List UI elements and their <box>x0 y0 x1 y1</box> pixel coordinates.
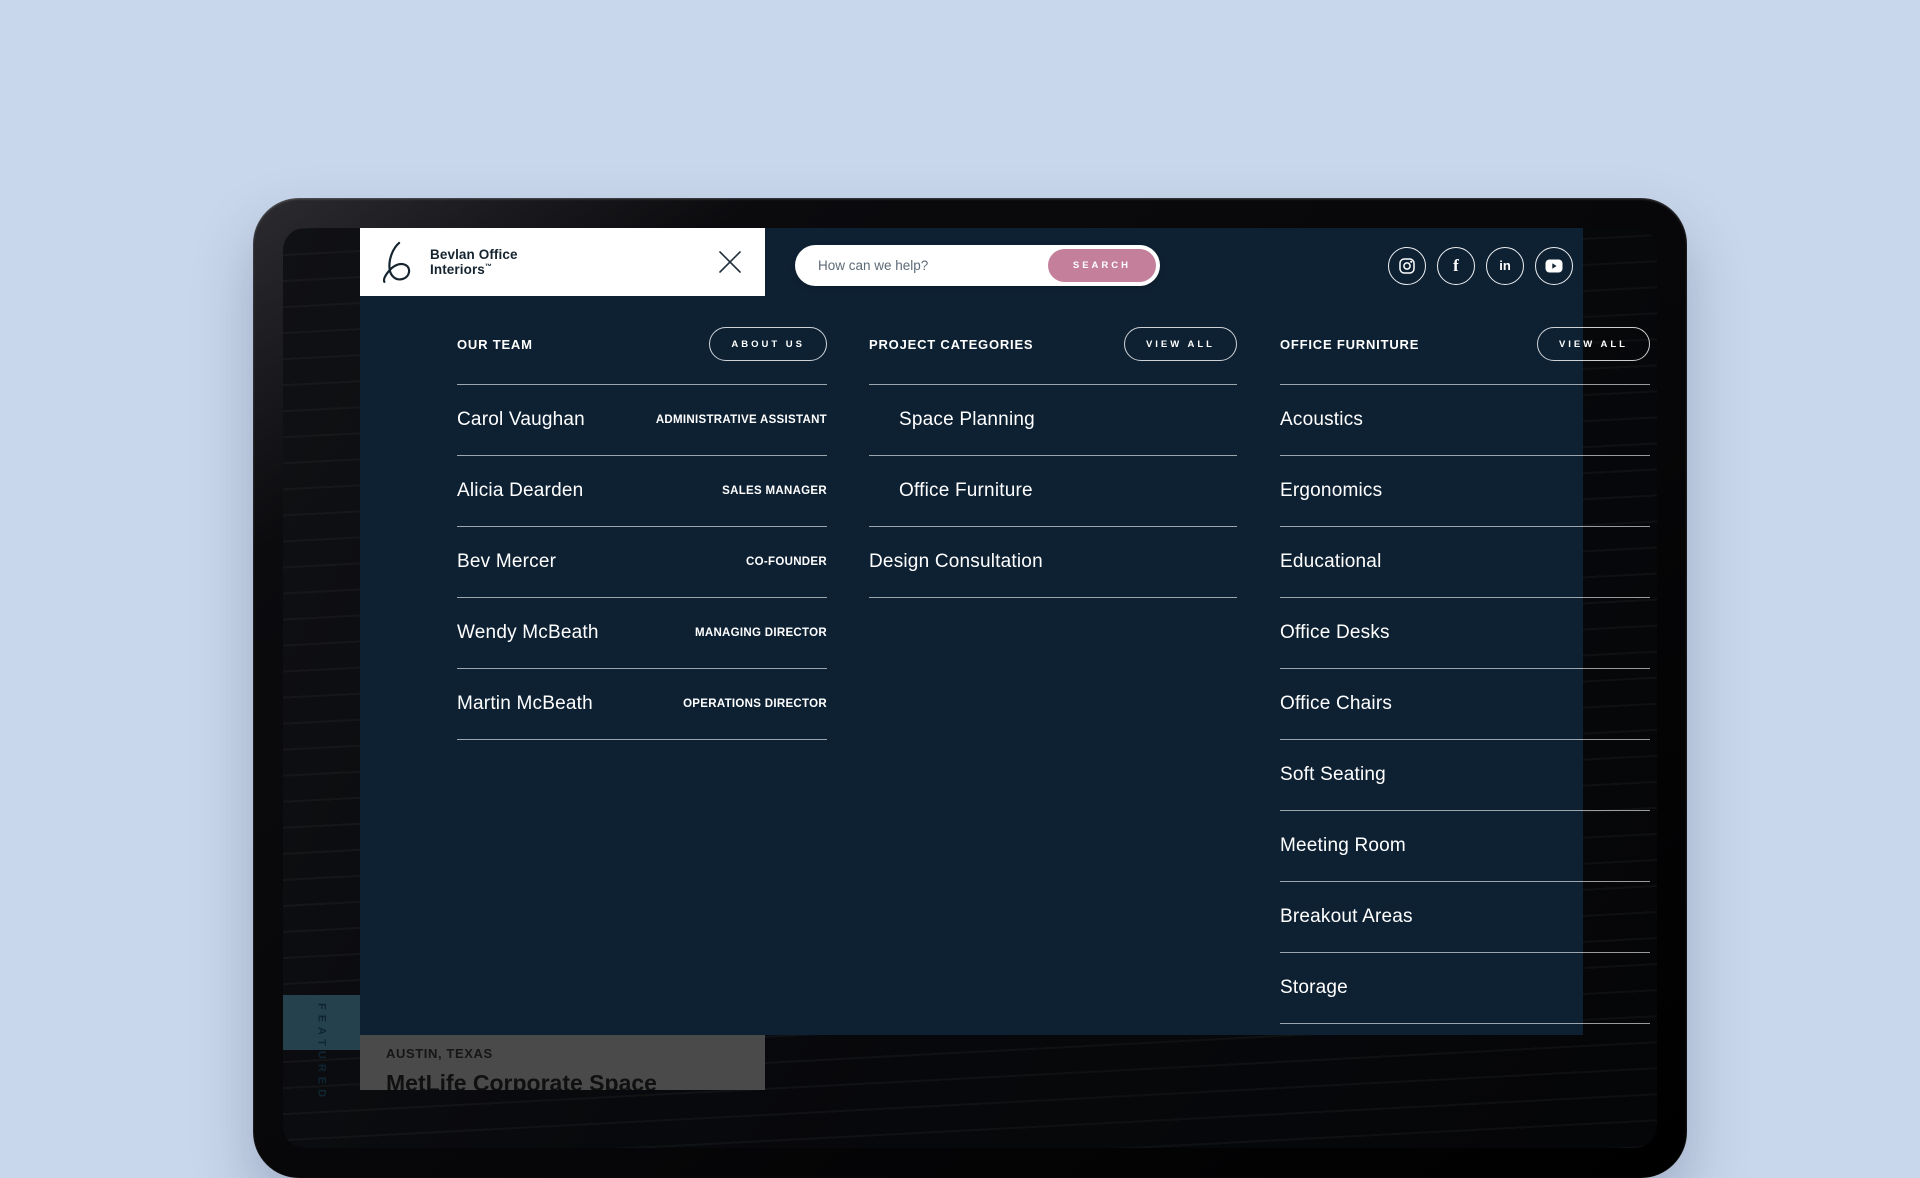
furniture-category-row[interactable]: Acoustics <box>1280 385 1650 456</box>
office-furniture-view-all-button[interactable]: VIEW ALL <box>1537 327 1650 361</box>
team-member-role: MANAGING DIRECTOR <box>695 627 827 639</box>
project-category-row[interactable]: Space Planning <box>869 385 1237 456</box>
featured-project-title: MetLife Corporate Space <box>386 1070 765 1090</box>
website-screen: FEATURED AUSTIN, TEXAS MetLife Corporate… <box>283 228 1657 1148</box>
team-member-row[interactable]: Martin McBeath OPERATIONS DIRECTOR <box>457 669 827 740</box>
featured-project-card[interactable]: AUSTIN, TEXAS MetLife Corporate Space <box>360 1035 765 1090</box>
team-member-row[interactable]: Bev Mercer CO-FOUNDER <box>457 527 827 598</box>
team-member-role: CO-FOUNDER <box>746 556 827 568</box>
our-team-heading: OUR TEAM <box>457 337 533 352</box>
furniture-category-row[interactable]: Ergonomics <box>1280 456 1650 527</box>
team-member-name: Wendy McBeath <box>457 622 599 644</box>
team-member-role: SALES MANAGER <box>722 485 827 497</box>
close-icon <box>717 249 743 275</box>
team-member-row[interactable]: Wendy McBeath MANAGING DIRECTOR <box>457 598 827 669</box>
laptop-device-frame: FEATURED AUSTIN, TEXAS MetLife Corporate… <box>253 198 1687 1178</box>
furniture-category-label: Storage <box>1280 977 1348 999</box>
furniture-category-row[interactable]: Breakout Areas <box>1280 882 1650 953</box>
furniture-category-label: Office Chairs <box>1280 693 1392 715</box>
furniture-category-label: Office Desks <box>1280 622 1390 644</box>
furniture-category-row[interactable]: Meeting Room <box>1280 811 1650 882</box>
project-category-label: Office Furniture <box>869 480 1033 502</box>
linkedin-link[interactable]: in <box>1486 247 1524 285</box>
furniture-category-row[interactable]: Educational <box>1280 527 1650 598</box>
team-member-name: Carol Vaughan <box>457 409 585 431</box>
featured-section-strip: FEATURED <box>283 995 360 1050</box>
office-furniture-list: Acoustics Ergonomics Educational Office … <box>1280 384 1650 1024</box>
team-member-role: OPERATIONS DIRECTOR <box>683 698 827 710</box>
search-button[interactable]: SEARCH <box>1048 249 1156 282</box>
search-input[interactable] <box>795 258 1048 273</box>
site-search: SEARCH <box>795 245 1160 286</box>
trademark-symbol: ™ <box>485 264 492 271</box>
project-categories-list: Space Planning Office Furniture Design C… <box>869 384 1237 598</box>
team-member-row[interactable]: Carol Vaughan ADMINISTRATIVE ASSISTANT <box>457 385 827 456</box>
furniture-category-label: Soft Seating <box>1280 764 1386 786</box>
bevlan-logo-icon <box>380 239 420 285</box>
youtube-link[interactable] <box>1535 247 1573 285</box>
office-furniture-heading: OFFICE FURNITURE <box>1280 337 1419 352</box>
furniture-category-label: Acoustics <box>1280 409 1363 431</box>
furniture-category-row[interactable]: Office Chairs <box>1280 669 1650 740</box>
linkedin-icon: in <box>1499 258 1511 273</box>
project-category-row[interactable]: Design Consultation <box>869 527 1237 598</box>
project-category-label: Space Planning <box>869 409 1035 431</box>
facebook-link[interactable]: f <box>1437 247 1475 285</box>
furniture-category-label: Ergonomics <box>1280 480 1382 502</box>
project-categories-view-all-button[interactable]: VIEW ALL <box>1124 327 1237 361</box>
furniture-category-row[interactable]: Storage <box>1280 953 1650 1024</box>
youtube-icon <box>1545 259 1563 273</box>
office-furniture-column: OFFICE FURNITURE VIEW ALL Acoustics Ergo… <box>1280 228 1650 1024</box>
furniture-category-label: Educational <box>1280 551 1382 573</box>
project-category-row[interactable]: Office Furniture <box>869 456 1237 527</box>
furniture-category-row[interactable]: Soft Seating <box>1280 740 1650 811</box>
social-links: f in <box>1388 245 1573 286</box>
featured-project-location: AUSTIN, TEXAS <box>386 1046 765 1061</box>
about-us-button[interactable]: ABOUT US <box>709 327 827 361</box>
project-category-label: Design Consultation <box>869 551 1043 573</box>
mega-menu-panel: OUR TEAM ABOUT US Carol Vaughan ADMINIST… <box>360 228 1583 1035</box>
team-member-name: Alicia Dearden <box>457 480 583 502</box>
team-member-name: Bev Mercer <box>457 551 556 573</box>
close-menu-button[interactable] <box>715 247 745 277</box>
project-categories-heading: PROJECT CATEGORIES <box>869 337 1033 352</box>
furniture-category-label: Breakout Areas <box>1280 906 1413 928</box>
team-member-role: ADMINISTRATIVE ASSISTANT <box>656 414 827 426</box>
furniture-category-row[interactable]: Office Desks <box>1280 598 1650 669</box>
team-member-row[interactable]: Alicia Dearden SALES MANAGER <box>457 456 827 527</box>
furniture-category-label: Meeting Room <box>1280 835 1406 857</box>
instagram-icon <box>1399 258 1415 274</box>
brand-name: Bevlan Office Interiors™ <box>430 247 518 277</box>
brand-header: Bevlan Office Interiors™ <box>360 228 765 296</box>
instagram-link[interactable] <box>1388 247 1426 285</box>
featured-strip-label: FEATURED <box>316 1003 328 1102</box>
facebook-icon: f <box>1453 256 1459 276</box>
our-team-list: Carol Vaughan ADMINISTRATIVE ASSISTANT A… <box>457 384 827 740</box>
our-team-column: OUR TEAM ABOUT US Carol Vaughan ADMINIST… <box>457 228 827 740</box>
team-member-name: Martin McBeath <box>457 693 593 715</box>
